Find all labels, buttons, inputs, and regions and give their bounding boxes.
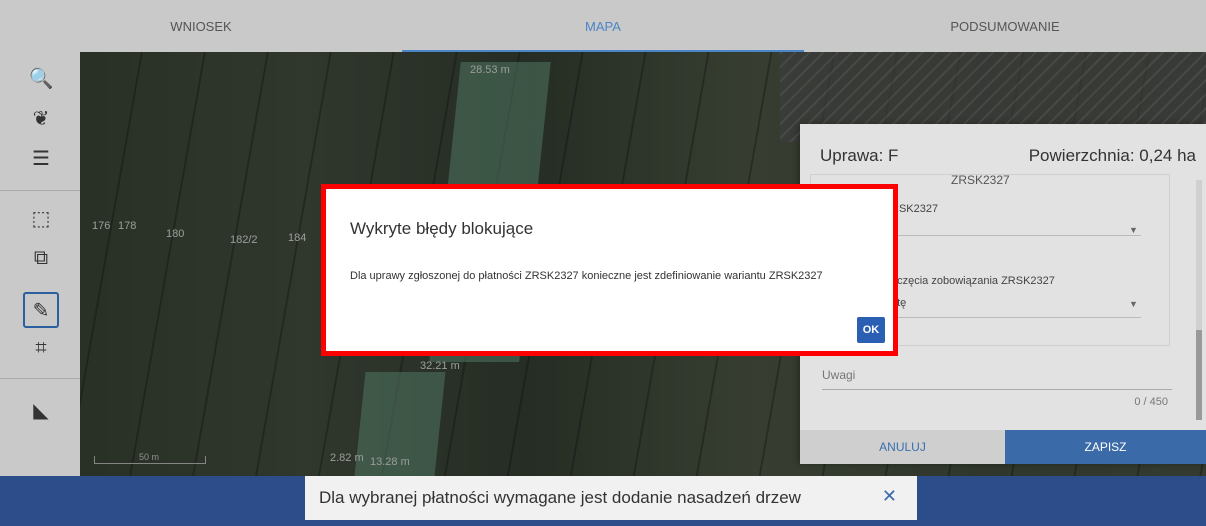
toolbar-divider (0, 190, 80, 191)
section-heading: ZRSK2327 (951, 173, 1010, 187)
search-icon[interactable]: 🔍 (23, 60, 59, 96)
chevron-down-icon[interactable]: ▼ (1129, 225, 1138, 235)
crop-tool-icon[interactable]: ❦ (23, 100, 59, 136)
commitment-start-select[interactable] (891, 317, 1141, 318)
area-label: Powierzchnia: 0,24 ha (1028, 146, 1196, 165)
save-button[interactable]: ZAPISZ (1005, 430, 1206, 464)
panel-header: Uprawa: F Powierzchnia: 0,24 ha (820, 146, 1196, 166)
map-toolbar: 🔍 ❦ ☰ ⬚ ⧉ ✎ ⌗ ◣ (0, 52, 80, 476)
panel-footer: ANULUJ ZAPISZ (800, 430, 1206, 464)
cancel-button[interactable]: ANULUJ (800, 430, 1005, 464)
panel-scrollbar[interactable] (1196, 180, 1202, 420)
chevron-down-icon[interactable]: ▼ (1129, 299, 1138, 309)
dialog-title: Wykryte błędy blokujące (350, 219, 534, 238)
crop-type-label: Uprawa: F (820, 146, 899, 165)
tab-mapa[interactable]: MAPA (402, 0, 804, 52)
measure-icon[interactable]: ◣ (23, 392, 59, 428)
error-dialog: Wykryte błędy blokujące Dla uprawy zgłos… (321, 184, 898, 356)
char-counter: 0 / 450 (1134, 396, 1168, 408)
dialog-message: Dla uprawy zgłoszonej do płatności ZRSK2… (350, 270, 823, 282)
notes-input[interactable] (822, 389, 1172, 390)
commitment-start-label: oczęcia zobowiązania ZRSK2327 (891, 275, 1055, 287)
variant-field-label: RSK2327 (891, 203, 939, 215)
toast-message: Dla wybranej płatności wymagane jest dod… (319, 488, 801, 507)
tab-wniosek[interactable]: WNIOSEK (0, 0, 402, 52)
copy-icon[interactable]: ⧉ (23, 240, 59, 276)
tab-podsumowanie[interactable]: PODSUMOWANIE (804, 0, 1206, 52)
toolbar-divider (0, 378, 80, 379)
ok-button[interactable]: OK (857, 317, 885, 343)
select-area-icon[interactable]: ⬚ (23, 200, 59, 236)
close-icon[interactable]: ✕ (882, 486, 897, 507)
variant-select[interactable] (891, 235, 1141, 236)
notification-toast: Dla wybranej płatności wymagane jest dod… (305, 476, 917, 520)
list-icon[interactable]: ☰ (23, 140, 59, 176)
top-tabs: WNIOSEK MAPA PODSUMOWANIE (0, 0, 1206, 52)
notes-field-label: Uwagi (822, 368, 856, 382)
edit-pencil-icon[interactable]: ✎ (23, 292, 59, 328)
scrollbar-thumb[interactable] (1196, 330, 1202, 420)
bounding-box-icon[interactable]: ⌗ (23, 330, 59, 366)
